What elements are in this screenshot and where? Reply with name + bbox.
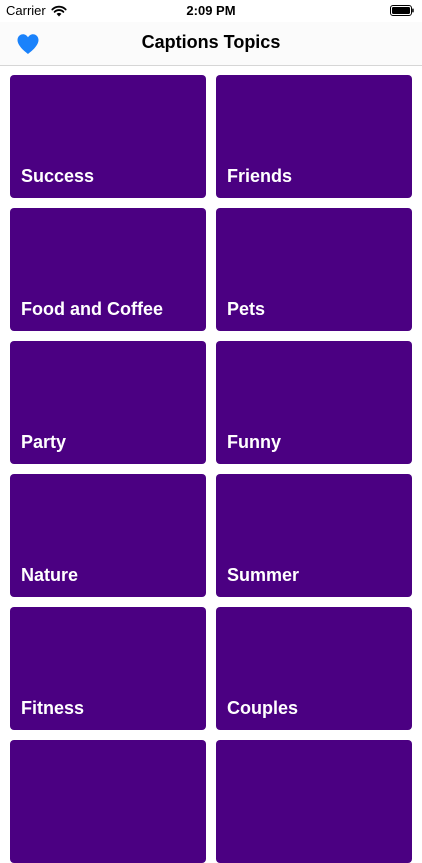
topic-tile-fitness[interactable]: Fitness bbox=[10, 607, 206, 730]
navigation-bar: Captions Topics bbox=[0, 22, 422, 66]
topic-label: Couples bbox=[227, 698, 299, 718]
topic-label: Friends bbox=[227, 166, 293, 186]
topic-tile-funny[interactable]: Funny bbox=[216, 341, 412, 464]
topic-tile-food-and-coffee[interactable]: Food and Coffee bbox=[10, 208, 206, 331]
topic-tile-success[interactable]: Success bbox=[10, 75, 206, 198]
battery-icon bbox=[390, 5, 414, 16]
topic-label: Success bbox=[21, 166, 95, 186]
topic-label: Summer bbox=[227, 565, 300, 585]
status-time: 2:09 PM bbox=[186, 3, 236, 18]
topic-tile-pets[interactable]: Pets bbox=[216, 208, 412, 331]
topic-tile-nature[interactable]: Nature bbox=[10, 474, 206, 597]
status-bar: Carrier 2:09 PM bbox=[0, 0, 422, 22]
topic-label: Pets bbox=[227, 299, 266, 319]
topic-label: Food and Coffee bbox=[21, 299, 163, 319]
page-title: Captions Topics bbox=[141, 32, 281, 52]
topic-tile-partial[interactable] bbox=[216, 740, 412, 863]
topic-tile-party[interactable]: Party bbox=[10, 341, 206, 464]
topic-label: Party bbox=[21, 432, 67, 452]
topic-label: Fitness bbox=[21, 698, 85, 718]
topic-label: Funny bbox=[227, 432, 281, 452]
topic-label: Nature bbox=[21, 565, 79, 585]
topic-tile-friends[interactable]: Friends bbox=[216, 75, 412, 198]
topic-tile-couples[interactable]: Couples bbox=[216, 607, 412, 730]
topics-grid: Success Friends Food and Coffee Pets Par… bbox=[10, 75, 412, 863]
topic-tile-summer[interactable]: Summer bbox=[216, 474, 412, 597]
topic-tile-partial[interactable] bbox=[10, 740, 206, 863]
